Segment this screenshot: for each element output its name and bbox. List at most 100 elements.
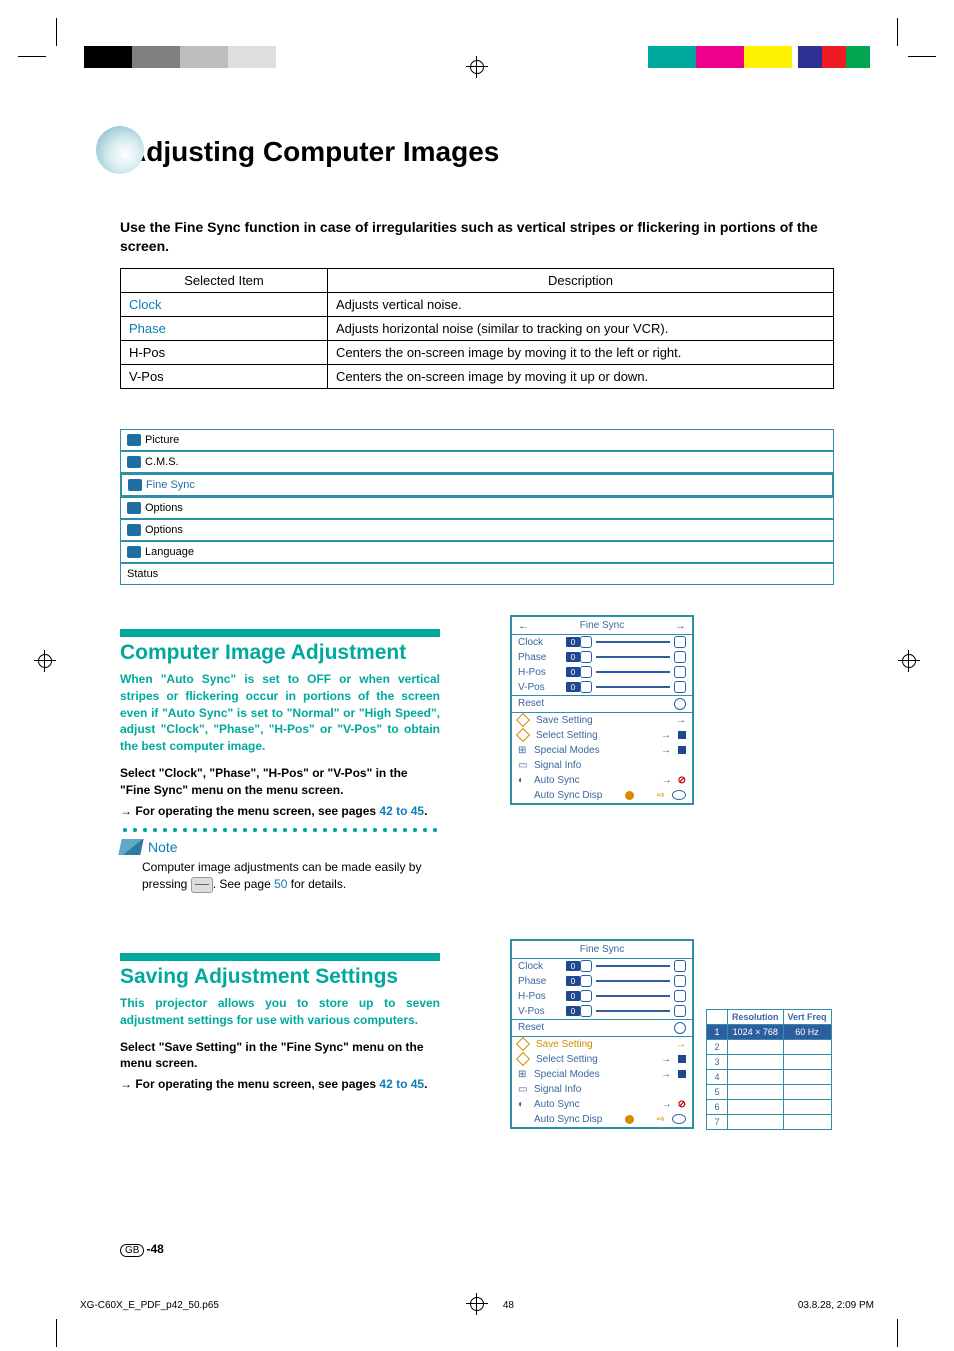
osd-row-auto-sync-disp[interactable]: Auto Sync Disp⇨ [512, 788, 692, 803]
table-row[interactable]: 2 [707, 1039, 832, 1054]
disabled-icon: ⊘ [678, 775, 686, 786]
print-color-bar-right [648, 46, 870, 68]
osd-row-clock[interactable]: Clock 0 [512, 959, 692, 974]
osd-row-auto-sync-disp[interactable]: Auto Sync Disp⇨ [512, 1112, 692, 1127]
osd-row-phase[interactable]: Phase 0 [512, 650, 692, 665]
diamond-icon [516, 728, 530, 742]
desc-vpos: Centers the on-screen image by moving it… [328, 364, 834, 388]
table-row: H-Pos Centers the on-screen image by mov… [121, 340, 834, 364]
table-row[interactable]: 6 [707, 1099, 832, 1114]
osd-row-select-setting[interactable]: Select Setting→ [512, 728, 692, 743]
tab-status[interactable]: Status [120, 563, 834, 585]
signal-icon: ▭ [518, 760, 530, 771]
meta-page: 48 [503, 1300, 514, 1311]
table-row: V-Pos Centers the on-screen image by mov… [121, 364, 834, 388]
osd-row-reset[interactable]: Reset [512, 1019, 692, 1036]
osd-row-signal-info[interactable]: ▭Signal Info [512, 758, 692, 773]
resolution-table: Resolution Vert Freq 1 1024 × 768 60 Hz … [706, 1009, 832, 1130]
slider[interactable]: 0 [566, 667, 686, 677]
crop-mark [56, 1319, 57, 1347]
osd-row-hpos[interactable]: H-Pos 0 [512, 989, 692, 1004]
meta-file: XG-C60X_E_PDF_p42_50.p65 [80, 1300, 219, 1311]
slider[interactable]: 0 [566, 682, 686, 692]
desc-clock: Adjusts vertical noise. [328, 292, 834, 316]
crop-mark [908, 56, 936, 57]
radio-icon [625, 791, 634, 800]
tab-options-1[interactable]: Options [120, 497, 834, 519]
sec1-teal-paragraph: When "Auto Sync" is set to OFF or when v… [120, 671, 440, 755]
document-meta: XG-C60X_E_PDF_p42_50.p65 48 03.8.28, 2:0… [80, 1299, 874, 1311]
osd-row-hpos[interactable]: H-Pos 0 [512, 665, 692, 680]
desc-phase: Adjusts horizontal noise (similar to tra… [328, 316, 834, 340]
osd-row-reset[interactable]: Reset [512, 695, 692, 712]
tab-fine-sync[interactable]: Fine Sync [120, 473, 834, 497]
print-color-bar-left [84, 46, 276, 68]
section-divider [120, 629, 440, 637]
th-description: Description [328, 268, 834, 292]
osd-row-save-setting[interactable]: Save Setting→ [512, 1036, 692, 1052]
term-hpos: H-Pos [121, 340, 328, 364]
menu-tabs: Picture C.M.S. Fine Sync Options Options… [120, 429, 834, 585]
display-icon [672, 790, 686, 800]
stop-icon [678, 746, 686, 754]
th-vert-freq: Vert Freq [783, 1009, 831, 1024]
cms-icon [127, 456, 141, 468]
crop-mark [56, 18, 57, 46]
note-icon [118, 839, 143, 855]
osd-row-select-setting[interactable]: Select Setting→ [512, 1052, 692, 1067]
picture-icon [127, 434, 141, 446]
osd-row-special-modes[interactable]: ⊞Special Modes→ [512, 1067, 692, 1082]
osd-row-vpos[interactable]: V-Pos 0 [512, 680, 692, 695]
arrow-right-icon: → [676, 715, 686, 726]
osd-row-vpos[interactable]: V-Pos 0 [512, 1004, 692, 1019]
meta-timestamp: 03.8.28, 2:09 PM [798, 1300, 874, 1311]
arrow-right-icon: ⇨ [657, 790, 665, 801]
osd-row-clock[interactable]: Clock 0 [512, 635, 692, 650]
osd-fine-sync-1: ← Fine Sync → Clock 0 Phase 0 H-Pos 0 [510, 615, 694, 805]
tab-options-2[interactable]: Options [120, 519, 834, 541]
language-icon [127, 546, 141, 558]
table-row[interactable]: 7 [707, 1114, 832, 1129]
dot-divider [120, 827, 440, 833]
table-row: Clock Adjusts vertical noise. [121, 292, 834, 316]
modes-icon: ⊞ [518, 745, 530, 756]
osd-row-save-setting[interactable]: Save Setting→ [512, 712, 692, 728]
osd-fine-sync-2: Fine Sync Clock 0 Phase 0 H-Pos 0 [510, 939, 694, 1129]
osd-back-icon[interactable]: ← [518, 620, 529, 632]
tab-language[interactable]: Language [120, 541, 834, 563]
osd-title: Fine Sync [512, 941, 692, 959]
tab-picture[interactable]: Picture [120, 429, 834, 451]
arrow-right-icon: → [662, 775, 672, 786]
osd-row-special-modes[interactable]: ⊞Special Modes→ [512, 743, 692, 758]
page-50-link[interactable]: 50 [274, 877, 287, 891]
registration-mark-icon [34, 650, 56, 672]
tab-cms[interactable]: C.M.S. [120, 451, 834, 473]
diamond-icon [516, 713, 530, 727]
registration-mark-icon [898, 650, 920, 672]
slider[interactable]: 0 [566, 637, 686, 647]
pages-42-45-link[interactable]: 42 to 45 [379, 1077, 424, 1091]
content-area: Adjusting Computer Images Use the Fine S… [120, 108, 834, 1130]
table-row[interactable]: 3 [707, 1054, 832, 1069]
osd-forward-icon[interactable]: → [675, 620, 686, 632]
table-row[interactable]: 5 [707, 1084, 832, 1099]
table-row[interactable]: 4 [707, 1069, 832, 1084]
desc-hpos: Centers the on-screen image by moving it… [328, 340, 834, 364]
th-blank [707, 1009, 728, 1024]
th-selected-item: Selected Item [121, 268, 328, 292]
slider[interactable]: 0 [566, 652, 686, 662]
term-clock: Clock [121, 292, 328, 316]
note-heading: Note [120, 839, 440, 855]
sec2-teal-paragraph: This projector allows you to store up to… [120, 995, 440, 1029]
sec1-title: Computer Image Adjustment [120, 641, 440, 665]
sec2-instruction: Select "Save Setting" in the "Fine Sync"… [120, 1039, 440, 1073]
th-resolution: Resolution [728, 1009, 784, 1024]
osd-row-signal-info[interactable]: ▭Signal Info [512, 1082, 692, 1097]
pages-42-45-link[interactable]: 42 to 45 [379, 804, 424, 818]
osd-row-auto-sync[interactable]: ◐Auto Sync→⊘ [512, 773, 692, 788]
osd-row-auto-sync[interactable]: ◐Auto Sync→⊘ [512, 1097, 692, 1112]
osd-row-phase[interactable]: Phase 0 [512, 974, 692, 989]
crop-mark [18, 56, 46, 57]
table-row[interactable]: 1 1024 × 768 60 Hz [707, 1024, 832, 1039]
intro-text: Use the Fine Sync function in case of ir… [120, 218, 834, 256]
